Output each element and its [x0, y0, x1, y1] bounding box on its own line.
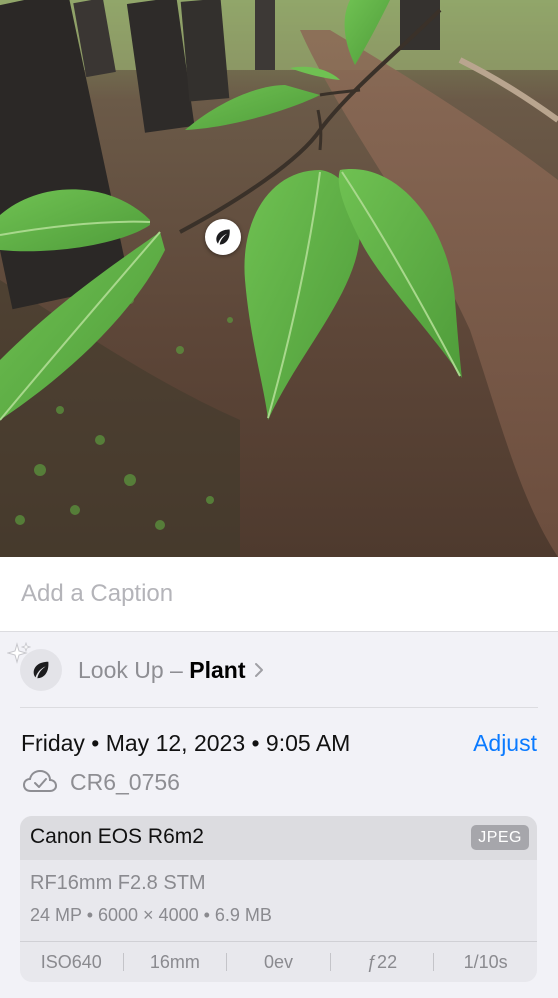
info-panel: Look Up – Plant Friday • May 12, 2023 • …: [0, 632, 558, 998]
look-up-prefix: Look Up –: [78, 656, 190, 683]
lookup-leaf-icon: [20, 649, 62, 691]
exif-aperture: ƒ22: [367, 951, 398, 972]
photo[interactable]: [0, 0, 558, 557]
leaf-icon: [33, 661, 49, 679]
exif-shutter-speed: 1/10s: [463, 951, 508, 972]
caption-input[interactable]: [21, 577, 521, 611]
exif-iso: ISO640: [40, 951, 102, 972]
chevron-right-icon: [255, 663, 264, 677]
exif-row: ISO640 16mm 0ev ƒ22 1/10s: [20, 942, 537, 982]
camera-info-card: Canon EOS R6m2 JPEG RF16mm F2.8 STM 24 M…: [20, 816, 537, 982]
photo-image: [0, 0, 558, 557]
look-up-plant-button[interactable]: Look Up – Plant: [20, 648, 540, 692]
adjust-date-button[interactable]: Adjust: [473, 730, 537, 757]
exif-focal-length: 16mm: [149, 951, 200, 972]
file-info: CR6_0756: [22, 766, 180, 798]
lens-name: RF16mm F2.8 STM: [30, 872, 206, 894]
visual-lookup-badge[interactable]: [205, 219, 241, 255]
exif-exposure-bias: 0ev: [263, 951, 293, 972]
image-specs: 24 MP • 6000 × 4000 • 6.9 MB: [30, 905, 272, 925]
caption-section: [0, 557, 558, 632]
file-name: CR6_0756: [70, 768, 180, 795]
icloud-check-icon: [22, 769, 58, 792]
camera-header: Canon EOS R6m2 JPEG: [20, 816, 537, 860]
leaf-icon: [216, 229, 230, 245]
format-badge: JPEG: [471, 825, 529, 850]
capture-datetime: Friday • May 12, 2023 • 9:05 AM: [21, 730, 351, 756]
camera-model: Canon EOS R6m2: [30, 825, 204, 848]
look-up-subject: Plant: [189, 656, 246, 683]
divider: [20, 707, 538, 708]
look-up-label: Look Up – Plant: [78, 657, 245, 684]
